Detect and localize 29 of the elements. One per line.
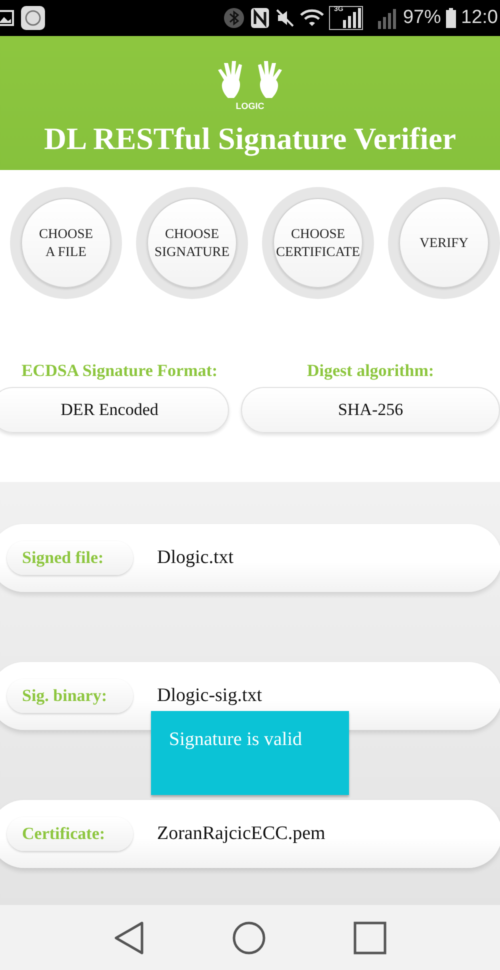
nfc-icon (250, 7, 270, 29)
option-dropdown[interactable]: DER Encoded (0, 387, 230, 433)
toast: Signature is valid (151, 711, 349, 795)
app-icon (20, 5, 46, 31)
option-label: ECDSA Signature Format: (21, 361, 218, 381)
action-button[interactable]: CHOOSE SIGNATURE (147, 198, 237, 288)
option-label: Digest algorithm: (307, 361, 434, 381)
field-label: Signed file: (7, 541, 133, 575)
home-icon[interactable] (232, 920, 266, 954)
battery-percent: 97% (402, 7, 442, 29)
action-button[interactable]: CHOOSE CERTIFICATE (273, 198, 363, 288)
field-label: Certificate: (7, 817, 133, 851)
app-title: DL RESTful Signature Verifier (44, 121, 456, 157)
gallery-icon (0, 9, 14, 27)
option-dropdown[interactable]: SHA-256 (241, 387, 500, 433)
action-button[interactable]: CHOOSE A FILE (21, 198, 111, 288)
field-value: ZoranRajcicECC.pem (157, 823, 326, 845)
action-button[interactable]: VERIFY (399, 198, 489, 288)
wifi-icon (300, 9, 324, 27)
field-value: Dlogic.txt (157, 547, 234, 569)
field-value: Dlogic-sig.txt (157, 685, 262, 707)
recents-icon[interactable] (352, 920, 387, 954)
logo-text: LOGIC (236, 101, 264, 111)
back-icon[interactable] (113, 920, 146, 954)
clock: 12:0 (461, 7, 498, 29)
battery-icon (446, 8, 456, 28)
field-label: Sig. binary: (7, 679, 133, 713)
mute-icon (274, 8, 295, 28)
bluetooth-icon (222, 7, 245, 29)
